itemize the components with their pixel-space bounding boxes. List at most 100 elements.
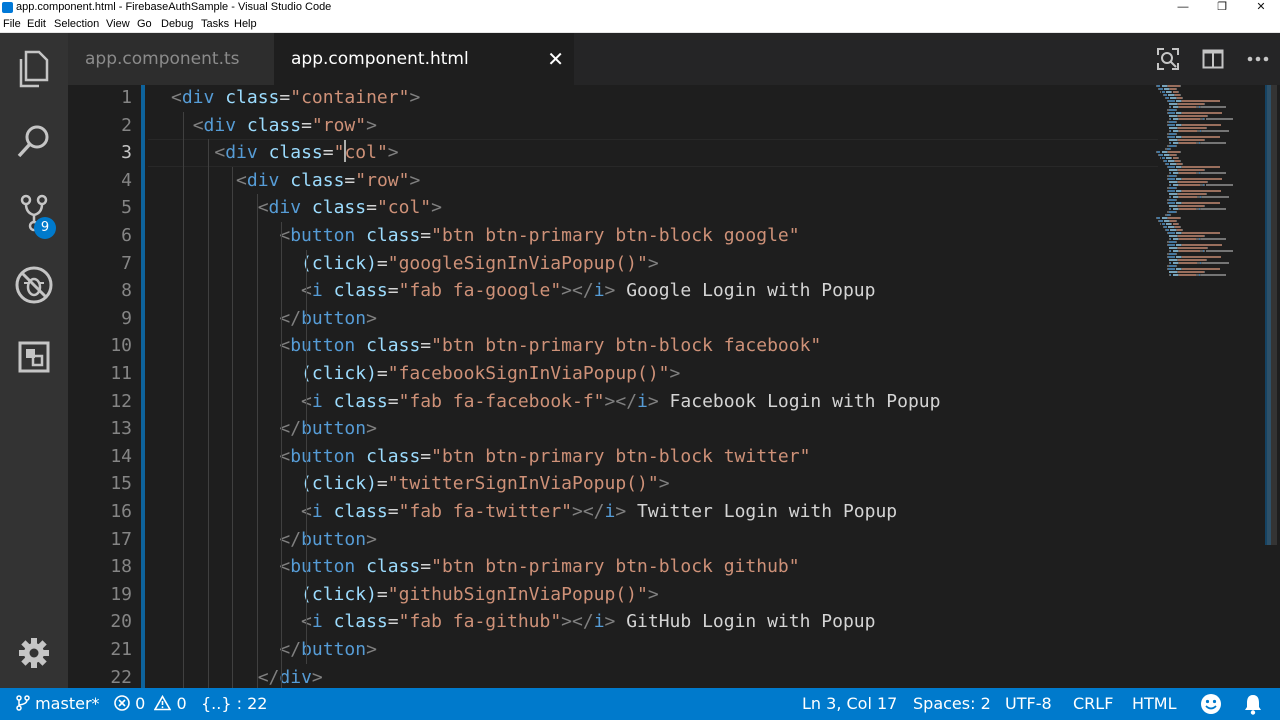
minimap-line xyxy=(1169,241,1176,243)
code-token: > xyxy=(658,473,670,495)
code-token: > xyxy=(615,501,627,522)
cursor-position[interactable]: Ln 3, Col 17 xyxy=(802,688,897,720)
menu-tasks[interactable]: Tasks xyxy=(201,15,229,33)
code-token: col" xyxy=(344,142,388,164)
restore-button[interactable]: ❐ xyxy=(1203,0,1241,15)
code-token: = xyxy=(420,335,432,357)
tab-app-component-ts[interactable]: app.component.ts xyxy=(68,33,274,85)
minimap-line xyxy=(1169,271,1177,273)
debug-button[interactable] xyxy=(0,249,68,321)
minimap-line xyxy=(1179,130,1197,132)
menu-debug[interactable]: Debug xyxy=(161,15,193,33)
encoding-status[interactable]: UTF-8 xyxy=(1005,688,1052,720)
code-line: <i class="fab fa-github"></i> GitHub Log… xyxy=(171,608,875,636)
language-mode[interactable]: HTML xyxy=(1132,688,1177,720)
code-token: Twitter Login with Popup xyxy=(626,501,898,522)
line-number: 18 xyxy=(110,556,132,578)
minimize-button[interactable]: — xyxy=(1164,0,1202,15)
close-window-button[interactable]: ✕ xyxy=(1242,0,1280,15)
code-token: button xyxy=(301,528,367,550)
code-token: button xyxy=(290,445,356,467)
minimap-line xyxy=(1170,184,1172,186)
feedback-button[interactable] xyxy=(1200,693,1222,720)
scrollbar-thumb[interactable] xyxy=(1267,85,1277,545)
code-token: class xyxy=(333,611,388,633)
minimap-line xyxy=(1201,208,1227,210)
minimap-line xyxy=(1165,97,1170,99)
split-editor-button[interactable] xyxy=(1191,33,1235,85)
code-token: > xyxy=(647,252,659,274)
code-token: i xyxy=(604,501,616,522)
line-number: 4 xyxy=(121,169,132,191)
code-token: class xyxy=(366,335,421,357)
code-token: = xyxy=(376,473,388,495)
minimap-line xyxy=(1202,262,1229,264)
menu-view[interactable]: View xyxy=(106,15,130,33)
code-line: <button class="btn btn-primary btn-block… xyxy=(171,443,810,471)
code-editor[interactable]: 1 <div class="container"> 2 <div class="ro… xyxy=(68,85,1280,688)
minimap-line xyxy=(1169,259,1177,261)
code-token: class xyxy=(268,142,323,164)
minimap-line xyxy=(1201,172,1227,174)
code-token: ></ xyxy=(561,611,594,633)
minimap-line xyxy=(1182,229,1184,231)
settings-button[interactable] xyxy=(0,617,68,689)
open-preview-button[interactable] xyxy=(1146,33,1190,85)
code-token: = xyxy=(344,169,356,191)
eol-status[interactable]: CRLF xyxy=(1073,688,1113,720)
minimap-line xyxy=(1178,115,1207,117)
code-token: > xyxy=(647,390,659,412)
minimap-line xyxy=(1179,262,1197,264)
close-tab-icon[interactable]: ✕ xyxy=(547,33,564,85)
menu-file[interactable]: File xyxy=(3,15,21,33)
menu-selection[interactable]: Selection xyxy=(54,15,99,33)
explorer-button[interactable] xyxy=(0,33,68,105)
preview-icon xyxy=(1157,48,1179,70)
minimap-line xyxy=(1204,169,1206,171)
code-token: class xyxy=(333,390,388,412)
menu-help[interactable]: Help xyxy=(234,15,257,33)
minimap-line xyxy=(1175,253,1177,255)
code-token: class xyxy=(333,280,388,302)
problems-status[interactable]: 0 0 xyxy=(114,688,187,720)
more-actions-button[interactable] xyxy=(1236,33,1280,85)
line-number: 12 xyxy=(110,390,132,412)
minimap-line xyxy=(1159,154,1163,156)
extensions-button[interactable] xyxy=(0,321,68,393)
branch-status[interactable]: master* xyxy=(16,688,100,720)
code-token: class xyxy=(311,197,367,219)
notifications-button[interactable] xyxy=(1243,694,1263,720)
minimap-line xyxy=(1178,247,1207,249)
minimap[interactable] xyxy=(1156,85,1276,285)
minimap-line xyxy=(1168,256,1175,258)
minimap-line xyxy=(1202,196,1229,198)
indentation-status[interactable]: Spaces: 2 xyxy=(913,688,991,720)
title-bar: app.component.html - FirebaseAuthSample … xyxy=(0,0,1280,15)
tab-app-component-html[interactable]: app.component.html ✕ xyxy=(274,33,574,85)
source-control-button[interactable]: 9 xyxy=(0,177,68,249)
code-token: "btn btn-primary btn-block github" xyxy=(431,556,800,578)
menu-go[interactable]: Go xyxy=(137,15,152,33)
minimap-line xyxy=(1168,190,1175,192)
menu-edit[interactable]: Edit xyxy=(27,15,46,33)
minimap-line xyxy=(1169,199,1176,201)
line-number: 22 xyxy=(110,666,132,688)
minimap-line xyxy=(1178,223,1180,225)
warning-icon xyxy=(153,694,172,711)
code-token: > xyxy=(431,197,442,219)
code-token: > xyxy=(604,280,616,302)
minimap-line xyxy=(1169,247,1177,249)
search-button[interactable] xyxy=(0,105,68,177)
minimap-line xyxy=(1159,88,1163,90)
braces-status[interactable]: {..} : 22 xyxy=(201,688,267,720)
code-token: "row" xyxy=(355,169,410,191)
